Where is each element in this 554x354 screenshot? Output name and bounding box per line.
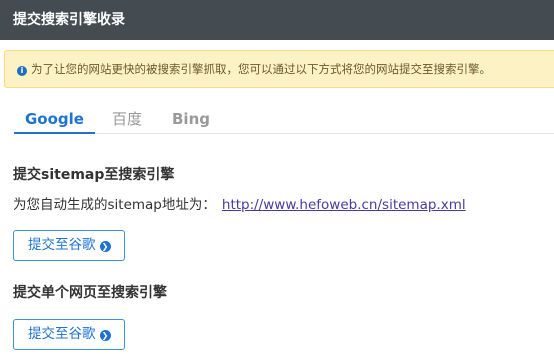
submit-page-button-label: 提交至谷歌 (28, 326, 96, 342)
tab-baidu[interactable]: 百度 (112, 106, 142, 134)
submit-sitemap-google-button[interactable]: 提交至谷歌 ❯ (13, 230, 125, 261)
tab-google[interactable]: Google (14, 106, 95, 134)
chevron-right-circle-icon: ❯ (99, 241, 111, 252)
info-notice: i 为了让您的网站更快的被搜索引擎抓取，您可以通过以下方式将您的网站提交至搜索引擎… (4, 50, 554, 88)
notice-text: 为了让您的网站更快的被搜索引擎抓取，您可以通过以下方式将您的网站提交至搜索引擎。 (31, 62, 491, 76)
submit-sitemap-button-label: 提交至谷歌 (28, 237, 96, 253)
sitemap-description: 为您自动生成的sitemap地址为： (13, 197, 216, 213)
sitemap-info: 为您自动生成的sitemap地址为： http://www.hefoweb.cn/… (13, 193, 466, 213)
tab-bing[interactable]: Bing (172, 106, 210, 134)
chevron-right-circle-icon: ❯ (99, 330, 111, 341)
info-icon: i (17, 66, 27, 76)
sitemap-section-title: 提交sitemap至搜索引擎 (13, 167, 175, 183)
page-section-title: 提交单个网页至搜索引擎 (13, 285, 167, 301)
sitemap-url-link[interactable]: http://www.hefoweb.cn/sitemap.xml (222, 197, 466, 213)
submit-page-google-button[interactable]: 提交至谷歌 ❯ (13, 319, 125, 350)
page-title: 提交搜索引擎收录 (13, 12, 125, 28)
page-header: 提交搜索引擎收录 (0, 0, 554, 40)
search-engine-tabs: Google 百度 Bing (14, 106, 554, 134)
